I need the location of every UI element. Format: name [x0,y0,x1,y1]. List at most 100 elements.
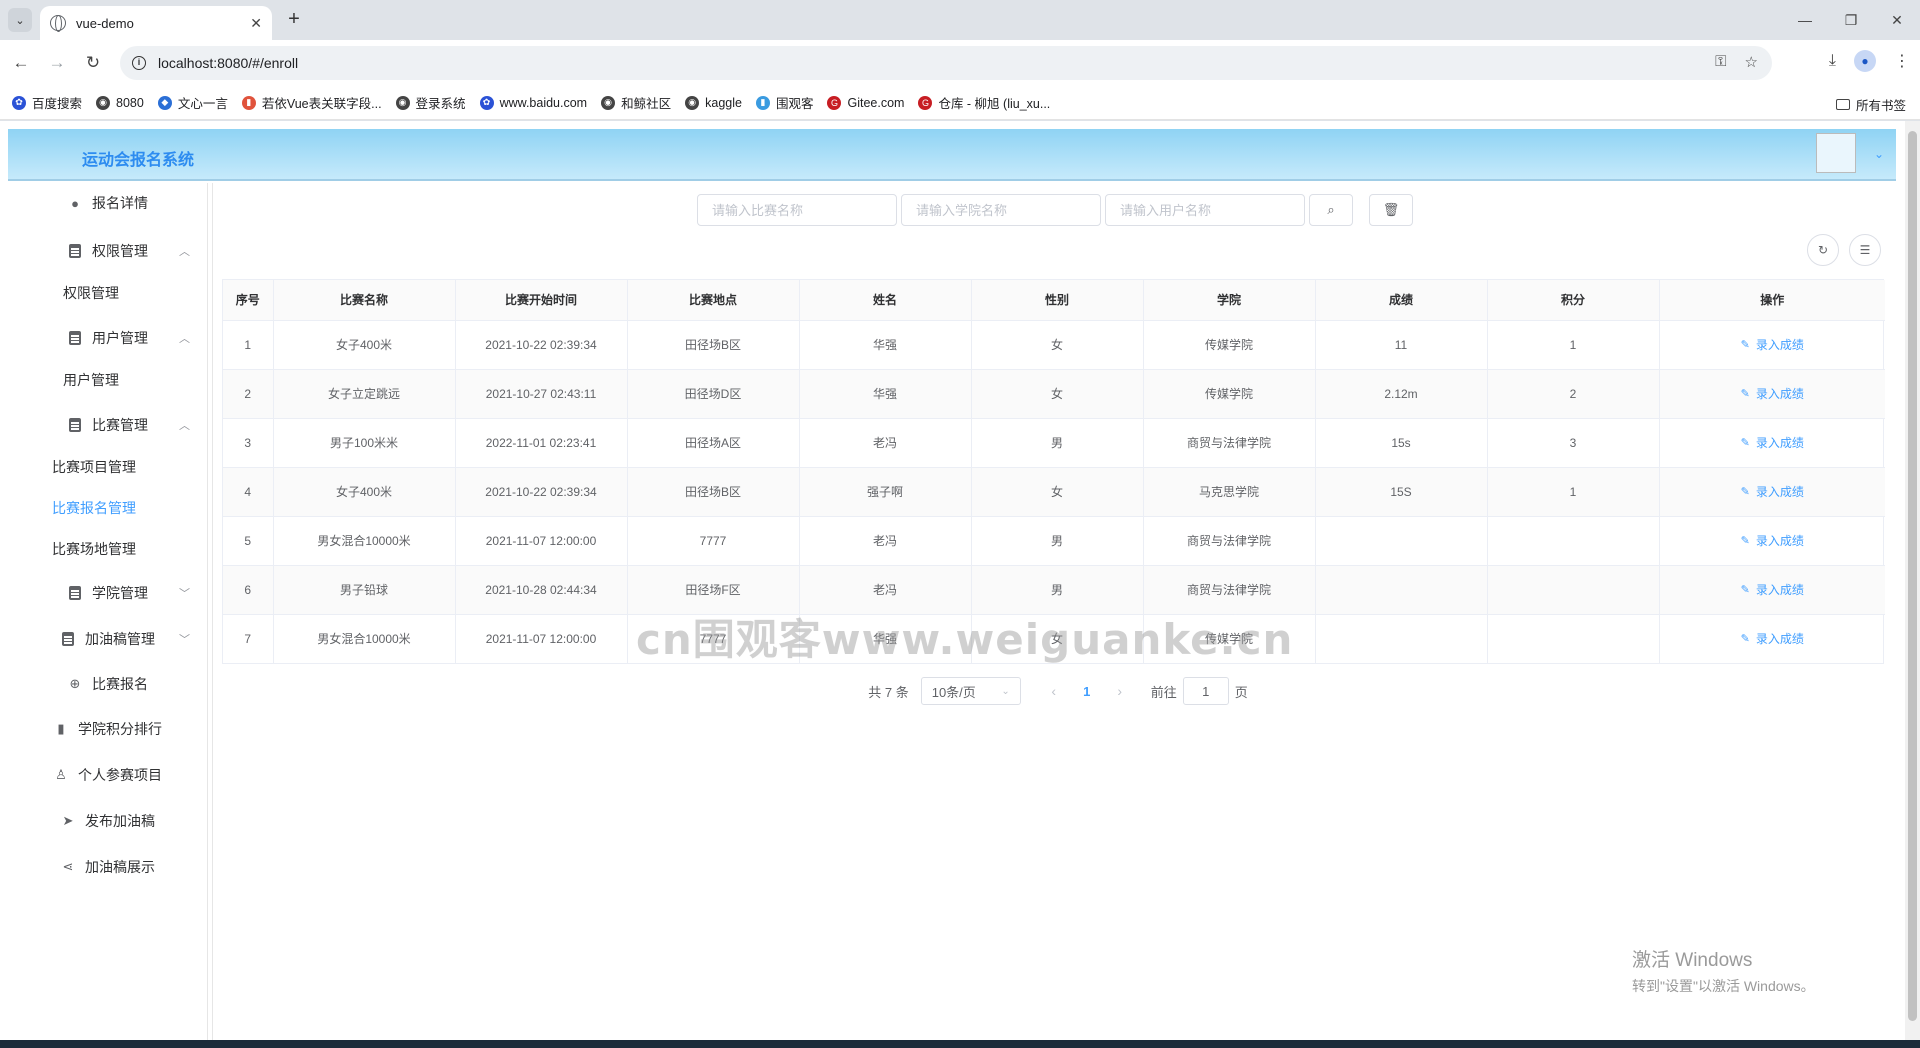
close-window-button[interactable]: ✕ [1874,0,1920,40]
table-cell: 2 [223,369,274,419]
column-header: 操作 [1659,280,1885,321]
profile-avatar-icon[interactable]: ● [1854,50,1876,72]
refresh-button[interactable]: ↻ [1807,234,1839,266]
bookmark-item[interactable]: G Gitee.com [827,95,905,110]
minimize-button[interactable]: — [1782,0,1828,40]
table-cell [1315,565,1488,615]
user-name-input[interactable] [1105,194,1305,226]
sidebar-subitem[interactable]: 比赛场地管理 [8,531,208,567]
prev-page-button[interactable]: ‹ [1039,683,1069,699]
chevron-down-icon[interactable]: ⌄ [1874,147,1884,161]
location-icon: ● [71,195,79,211]
browser-tab[interactable]: vue-demo ✕ [40,6,272,40]
enter-score-button[interactable]: ✎ 录入成绩 [1741,483,1804,500]
column-header: 积分 [1487,280,1660,321]
sidebar-group[interactable]: 学院管理 ﹀ [8,573,208,613]
sidebar-group[interactable]: 用户管理 ︿ [8,318,208,358]
share-icon: ⋖ [62,859,74,874]
key-icon[interactable]: ⚿ [1715,53,1726,71]
sidebar-subitem-label: 比赛报名管理 [52,500,136,516]
enter-score-button[interactable]: ✎ 录入成绩 [1741,532,1804,549]
table-cell: 男女混合10000米 [273,614,456,663]
bookmark-label: Gitee.com [847,95,905,110]
close-tab-icon[interactable]: ✕ [250,15,262,32]
download-icon[interactable]: ⤓ [1829,52,1836,70]
bookmark-item[interactable]: G 仓库 - 柳旭 (liu_xu... [918,93,1050,112]
table-cell [1487,614,1660,663]
table-cell: 老冯 [799,516,972,566]
bookmark-item[interactable]: ◉ kaggle [685,95,742,110]
all-bookmarks-button[interactable]: 所有书签 [1835,95,1906,114]
sidebar-subitem[interactable]: 权限管理 [8,275,208,311]
sidebar-subitem[interactable]: 用户管理 [8,362,208,398]
match-name-input[interactable] [697,194,897,226]
reload-button[interactable]: ↻ [82,52,104,74]
table-cell [1315,516,1488,566]
sidebar-item[interactable]: ➤ 发布加油稿 [8,801,208,841]
url-field[interactable]: i localhost:8080/#/enroll ⚿ ☆ [120,46,1772,80]
sidebar-item[interactable]: ▮ 学院积分排行 [8,709,208,749]
sidebar-group[interactable]: 比赛管理 ︿ [8,405,208,445]
sidebar-subitem[interactable]: 比赛报名管理 [8,490,208,526]
next-page-button[interactable]: › [1105,683,1135,699]
page-size-select[interactable]: 10条/页 ⌄ [920,677,1021,705]
globe-icon: ◉ [685,95,700,110]
restore-button[interactable]: ❐ [1828,0,1874,40]
bookmark-item[interactable]: ▮ 围观客 [755,93,813,112]
back-button[interactable]: ← [10,52,32,74]
watermark: cn围观客www.weiguanke.cn [636,615,1294,664]
table-cell: 2021-11-07 12:00:00 [455,614,628,663]
sidebar-group[interactable]: 权限管理 ︿ [8,231,208,271]
column-settings-button[interactable]: ☰ [1849,234,1881,266]
user-icon: ♙ [55,767,67,782]
system-title: 运动会报名系统 [82,152,195,169]
tab-title: vue-demo [76,15,134,31]
enter-score-button[interactable]: ✎ 录入成绩 [1741,336,1804,353]
sidebar-item-label: 加油稿展示 [85,859,155,875]
sidebar-group[interactable]: 加油稿管理 ﹀ [8,619,208,659]
enter-score-button[interactable]: ✎ 录入成绩 [1741,581,1804,598]
page-scrollbar[interactable] [1905,121,1920,1040]
goto-page-input[interactable]: 1 [1182,677,1229,705]
bookmark-item[interactable]: ✿ www.baidu.com [479,95,587,110]
new-tab-button[interactable]: + [282,8,306,32]
search-button[interactable]: ⌕ [1309,194,1353,226]
tab-search-button[interactable]: ⌄ [8,8,32,32]
sidebar-item[interactable]: ⊕ 比赛报名 [8,664,208,704]
action-cell: ✎ 录入成绩 [1659,614,1885,663]
page-unit-label: 页 [1234,684,1248,700]
table-cell: 田径场B区 [627,320,800,370]
star-icon[interactable]: ☆ [1745,53,1758,71]
bookmark-item[interactable]: ◉ 8080 [96,95,144,110]
table-cell: 田径场A区 [627,418,800,468]
action-cell: ✎ 录入成绩 [1659,516,1885,566]
sidebar-item-label: 学院管理 [92,585,148,601]
url-text: localhost:8080/#/enroll [158,55,299,71]
delete-button[interactable]: 🗑 [1369,194,1413,226]
sidebar-item[interactable]: ♙ 个人参赛项目 [8,755,208,795]
site-info-icon[interactable]: i [132,56,146,70]
bookmark-item[interactable]: ◆ 文心一言 [157,93,228,112]
sidebar-item[interactable]: ⋖ 加油稿展示 [8,847,208,887]
bookmark-item[interactable]: ▮ 若依Vue表关联字段... [241,93,382,112]
more-menu-icon[interactable]: ⋮ [1894,51,1910,71]
enter-score-button[interactable]: ✎ 录入成绩 [1741,434,1804,451]
table-cell: 田径场B区 [627,467,800,517]
table-cell: 老冯 [799,418,972,468]
page-number[interactable]: 1 [1069,684,1105,699]
user-avatar[interactable] [1816,133,1856,173]
forward-button[interactable]: → [46,52,68,74]
enter-score-button[interactable]: ✎ 录入成绩 [1741,630,1804,647]
bookmark-item[interactable]: ✿ 百度搜索 [12,93,82,112]
chevron-down-icon: ﹀ [179,634,190,646]
sidebar-item-label: 用户管理 [92,330,148,346]
plus-circle-icon: ⊕ [69,676,81,691]
bookmark-item[interactable]: ◉ 登录系统 [395,93,466,112]
enter-score-button[interactable]: ✎ 录入成绩 [1741,385,1804,402]
sidebar-item[interactable]: ● 报名详情 [8,183,208,223]
sidebar-subitem[interactable]: 比赛项目管理 [8,449,208,485]
bookmark-item[interactable]: ◉ 和鲸社区 [601,93,671,112]
bookmark-icon: ▮ [755,95,770,110]
college-name-input[interactable] [901,194,1101,226]
table-cell: 3 [1487,418,1660,468]
